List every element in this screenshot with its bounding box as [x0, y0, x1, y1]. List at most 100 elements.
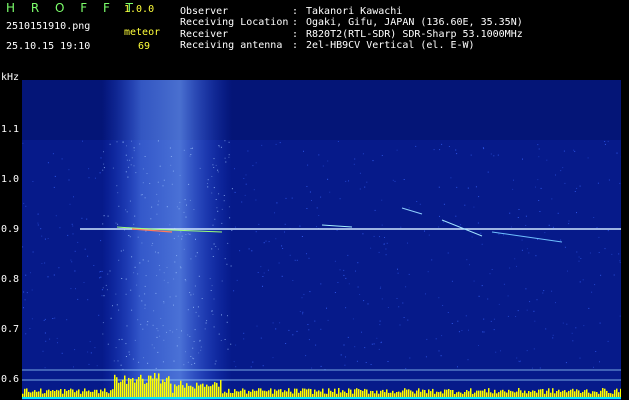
level-bar	[368, 393, 370, 397]
noise-dot	[318, 154, 320, 156]
noise-dot	[192, 293, 194, 295]
noise-dot	[512, 188, 514, 190]
noise-dot	[579, 281, 581, 283]
noise-dot	[482, 331, 484, 333]
noise-dot	[267, 269, 269, 271]
noise-dot	[212, 256, 214, 257]
noise-dot	[198, 315, 200, 317]
level-bar	[540, 389, 542, 397]
noise-dot	[176, 255, 178, 257]
noise-dot	[217, 169, 219, 171]
level-bar	[490, 392, 492, 397]
noise-dot	[428, 234, 430, 236]
level-bar	[392, 390, 394, 397]
noise-dot	[308, 329, 310, 331]
noise-dot	[223, 195, 225, 196]
noise-dot	[460, 224, 462, 226]
level-bar	[304, 388, 306, 397]
level-bar	[144, 383, 146, 397]
level-bar	[504, 391, 506, 397]
y-tick-label: 0.6	[1, 374, 20, 385]
noise-dot	[189, 336, 191, 337]
noise-dot	[230, 265, 232, 267]
level-bar	[224, 391, 226, 397]
noise-dot	[387, 307, 389, 308]
level-bar	[140, 374, 142, 397]
noise-dot	[475, 186, 477, 188]
noise-dot	[447, 312, 449, 313]
noise-dot	[181, 238, 183, 240]
noise-dot	[515, 316, 517, 317]
noise-dot	[197, 306, 199, 308]
noise-dot	[288, 329, 290, 331]
level-bar	[276, 390, 278, 397]
level-bar	[290, 391, 292, 397]
level-bar	[462, 393, 464, 397]
noise-dot	[361, 331, 362, 333]
noise-dot	[181, 235, 183, 237]
noise-dot	[215, 246, 217, 247]
noise-dot	[179, 201, 181, 203]
noise-dot	[457, 366, 458, 368]
noise-dot	[47, 162, 49, 164]
noise-dot	[131, 309, 133, 311]
noise-dot	[194, 329, 196, 331]
noise-dot	[224, 140, 226, 142]
noise-dot	[320, 283, 322, 285]
noise-dot	[252, 165, 254, 167]
noise-dot	[153, 347, 155, 349]
level-bar	[134, 382, 136, 397]
level-bar	[228, 388, 230, 397]
level-bar	[562, 390, 564, 397]
level-bar	[110, 390, 112, 397]
level-bar	[402, 390, 404, 397]
noise-dot	[306, 208, 308, 209]
noise-dot	[356, 360, 358, 362]
noise-dot	[231, 188, 233, 190]
noise-dot	[253, 189, 255, 191]
noise-dot	[159, 165, 161, 167]
level-bar	[308, 388, 310, 397]
noise-dot	[134, 339, 136, 341]
noise-dot	[442, 305, 444, 306]
level-bar	[160, 383, 162, 397]
level-bar	[344, 391, 346, 397]
noise-dot	[157, 181, 159, 183]
noise-dot	[400, 226, 402, 228]
noise-dot	[54, 317, 56, 319]
noise-dot	[220, 146, 222, 148]
noise-dot	[166, 206, 168, 208]
noise-dot	[128, 351, 130, 353]
noise-dot	[44, 367, 46, 369]
date-time: 25.10.15 19:10	[6, 41, 91, 52]
level-bar	[550, 392, 552, 397]
level-bar	[506, 392, 508, 397]
noise-dot	[514, 258, 516, 260]
noise-dot	[481, 285, 483, 287]
noise-dot	[236, 279, 238, 281]
level-bar	[24, 388, 26, 397]
noise-dot	[87, 299, 89, 301]
noise-dot	[308, 339, 310, 341]
level-bar	[390, 392, 392, 397]
noise-dot	[163, 272, 165, 274]
level-bar	[544, 393, 546, 397]
level-bar	[124, 375, 126, 397]
noise-dot	[279, 322, 281, 324]
level-bar	[132, 378, 134, 397]
noise-dot	[55, 215, 57, 217]
noise-dot	[174, 261, 176, 263]
noise-dot	[177, 235, 179, 237]
noise-dot	[337, 141, 339, 142]
level-bar	[184, 387, 186, 397]
level-bar	[78, 389, 80, 397]
level-bar	[98, 393, 100, 397]
level-bar	[472, 393, 474, 397]
hrofft-window: H R O F F T 1.0.0 2510151910.png 25.10.1…	[0, 0, 629, 400]
noise-dot	[442, 221, 444, 223]
noise-dot	[233, 290, 235, 292]
noise-dot	[125, 356, 127, 357]
level-bar	[76, 390, 78, 397]
noise-dot	[226, 263, 228, 265]
noise-dot	[425, 293, 426, 295]
